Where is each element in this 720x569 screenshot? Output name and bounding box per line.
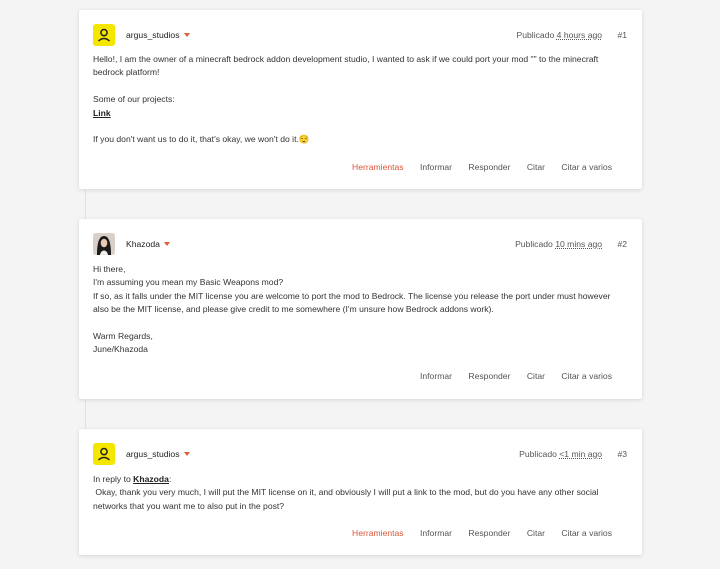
reply-button[interactable]: Responder bbox=[468, 162, 510, 172]
post-text-line: June/Khazoda bbox=[93, 344, 148, 355]
author-label: argus_studios bbox=[126, 30, 180, 40]
post-text-line: If you don't want us to do it, that's ok… bbox=[93, 134, 310, 145]
post-body: Hi there, I'm assuming you mean my Basic… bbox=[93, 263, 627, 357]
reply-prefix: In reply to bbox=[93, 474, 131, 484]
author-label: argus_studios bbox=[126, 449, 180, 459]
quote-button[interactable]: Citar bbox=[527, 371, 545, 381]
posted-label: Publicado bbox=[516, 30, 555, 40]
project-link[interactable]: Link bbox=[93, 108, 111, 118]
post-number-link[interactable]: #1 bbox=[617, 30, 627, 40]
post-text-line: Some of our projects: bbox=[93, 94, 175, 105]
caret-down-icon[interactable] bbox=[183, 452, 190, 456]
forum-post: argus_studios Publicado 4 hours ago #1 H… bbox=[79, 10, 642, 189]
post-text-line: Hi there, bbox=[93, 264, 126, 274]
caret-down-icon[interactable] bbox=[183, 33, 190, 37]
post-timestamp: <1 min ago bbox=[559, 449, 603, 459]
avatar[interactable] bbox=[93, 443, 115, 465]
author-name[interactable]: argus_studios bbox=[126, 449, 190, 459]
user-silhouette-icon bbox=[97, 28, 111, 42]
post-text-line: If so, as it falls under the MIT license… bbox=[93, 290, 611, 301]
multiquote-button[interactable]: Citar a varios bbox=[561, 162, 612, 172]
tools-button[interactable]: Herramientas bbox=[352, 162, 404, 172]
reply-button[interactable]: Responder bbox=[468, 371, 510, 381]
profile-photo-icon bbox=[93, 233, 115, 255]
reply-quote-line: In reply to Khazoda: bbox=[93, 473, 627, 486]
post-text-line: Okay, thank you very much, I will put th… bbox=[93, 487, 599, 498]
tools-button[interactable]: Herramientas bbox=[352, 528, 404, 538]
post-meta: Publicado 10 mins ago #2 bbox=[515, 239, 627, 249]
post-number-link[interactable]: #2 bbox=[617, 239, 627, 249]
post-actions: Herramientas Informar Responder Citar Ci… bbox=[338, 162, 612, 172]
report-button[interactable]: Informar bbox=[420, 528, 452, 538]
reply-button[interactable]: Responder bbox=[468, 528, 510, 538]
caret-down-icon[interactable] bbox=[163, 242, 170, 246]
thread-connector bbox=[85, 400, 86, 429]
posted-label: Publicado bbox=[515, 239, 553, 249]
post-text-line: I'm assuming you mean my Basic Weapons m… bbox=[93, 277, 284, 288]
post-actions: Informar Responder Citar Citar a varios bbox=[406, 371, 612, 381]
multiquote-button[interactable]: Citar a varios bbox=[561, 371, 612, 381]
post-body: In reply to Khazoda: Okay, thank you ver… bbox=[93, 473, 627, 513]
forum-post: Khazoda Publicado 10 mins ago #2 Hi ther… bbox=[79, 219, 642, 399]
post-header: argus_studios Publicado 4 hours ago #1 bbox=[93, 24, 627, 46]
quote-button[interactable]: Citar bbox=[527, 528, 545, 538]
author-name[interactable]: argus_studios bbox=[126, 30, 190, 40]
report-button[interactable]: Informar bbox=[420, 162, 452, 172]
avatar[interactable] bbox=[93, 24, 115, 46]
post-text-line: Warm Regards, bbox=[93, 331, 153, 342]
post-body: Hello!, I am the owner of a minecraft be… bbox=[93, 53, 627, 147]
reply-to-user-link[interactable]: Khazoda bbox=[133, 474, 169, 484]
post-text-line: networks that you want me to also put in… bbox=[93, 500, 285, 511]
multiquote-button[interactable]: Citar a varios bbox=[561, 528, 612, 538]
user-silhouette-icon bbox=[97, 447, 111, 461]
quote-button[interactable]: Citar bbox=[527, 162, 545, 172]
post-actions: Herramientas Informar Responder Citar Ci… bbox=[338, 528, 612, 538]
post-meta: Publicado <1 min ago #3 bbox=[519, 449, 627, 459]
reply-suffix: : bbox=[168, 474, 172, 484]
post-text-line: Hello!, I am the owner of a minecraft be… bbox=[93, 54, 599, 64]
forum-post: argus_studios Publicado <1 min ago #3 In… bbox=[79, 429, 642, 555]
report-button[interactable]: Informar bbox=[420, 371, 452, 381]
author-name[interactable]: Khazoda bbox=[126, 239, 170, 249]
post-number-link[interactable]: #3 bbox=[617, 449, 627, 459]
post-meta: Publicado 4 hours ago #1 bbox=[517, 30, 627, 40]
post-text-line: bedrock platform! bbox=[93, 67, 160, 78]
thread-connector bbox=[85, 190, 86, 219]
post-timestamp: 4 hours ago bbox=[556, 30, 603, 40]
post-header: Khazoda Publicado 10 mins ago #2 bbox=[93, 233, 627, 255]
post-header: argus_studios Publicado <1 min ago #3 bbox=[93, 443, 627, 465]
avatar[interactable] bbox=[93, 233, 115, 255]
author-label: Khazoda bbox=[126, 239, 160, 249]
post-text-line: also be the MIT license, and please give… bbox=[93, 304, 494, 315]
post-timestamp: 10 mins ago bbox=[555, 239, 603, 249]
posted-label: Publicado bbox=[519, 449, 557, 459]
